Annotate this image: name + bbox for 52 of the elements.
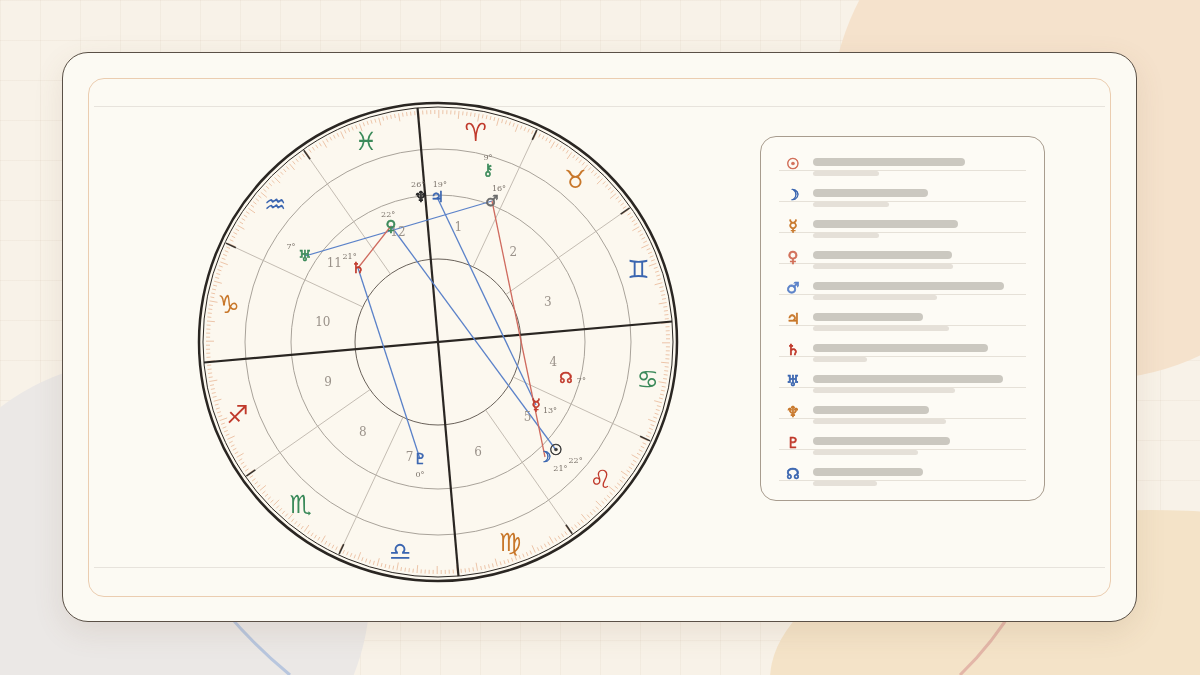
planet-symbol: ♀ bbox=[786, 248, 800, 266]
planet-glyph: ☊ bbox=[559, 369, 573, 387]
house-number: 4 bbox=[549, 355, 558, 370]
planet-symbol: ♂ bbox=[785, 279, 801, 297]
degree-label: 16° bbox=[491, 183, 507, 193]
zodiac-sign: ♐ bbox=[226, 399, 249, 429]
house-number: 2 bbox=[509, 245, 518, 260]
planet-symbol: ☽ bbox=[785, 186, 801, 204]
house-number: 10 bbox=[315, 314, 331, 329]
zodiac-sign: ♌ bbox=[589, 465, 612, 494]
planet-symbol: ☿ bbox=[787, 217, 799, 235]
house-number: 3 bbox=[544, 295, 552, 309]
zodiac-sign: ♈ bbox=[464, 117, 487, 147]
zodiac-sign: ♊ bbox=[627, 255, 650, 285]
house-number: 8 bbox=[358, 424, 367, 439]
planet-symbol: ♅ bbox=[785, 372, 801, 390]
zodiac-sign: ♑ bbox=[217, 289, 240, 319]
house-number: 9 bbox=[324, 375, 332, 389]
planet-symbol: ♄ bbox=[785, 341, 801, 359]
planet-symbol: ♆ bbox=[785, 403, 801, 421]
planet-symbol: ☉ bbox=[785, 155, 801, 173]
degree-label: 13° bbox=[542, 405, 558, 415]
degree-label: 7° bbox=[286, 242, 296, 252]
planet-glyph: ♇ bbox=[413, 450, 427, 468]
degree-label: 7° bbox=[576, 376, 586, 386]
planet-glyph: ♅ bbox=[298, 247, 312, 265]
degree-label: 9° bbox=[483, 152, 493, 162]
planet-symbol: ♃ bbox=[785, 310, 801, 328]
degree-label: 22° bbox=[381, 209, 396, 219]
zodiac-sign: ♓ bbox=[354, 127, 378, 157]
zodiac-sign: ♋ bbox=[636, 365, 659, 395]
degree-label: 22° bbox=[568, 455, 583, 465]
planet-glyph: ⚷ bbox=[482, 161, 494, 179]
degree-label: 21° bbox=[342, 251, 357, 261]
house-number: 5 bbox=[523, 410, 532, 425]
zodiac-sign: ♏ bbox=[289, 490, 312, 520]
planet-glyph: ♃ bbox=[430, 188, 444, 206]
planet-symbol: ☊ bbox=[785, 465, 801, 483]
degree-label: 0° bbox=[415, 470, 425, 480]
house-number: 1 bbox=[454, 219, 463, 234]
zodiac-sign: ♒ bbox=[264, 190, 287, 219]
house-number: 11 bbox=[326, 255, 342, 270]
house-number: 7 bbox=[405, 450, 414, 465]
zodiac-sign: ♍ bbox=[498, 527, 522, 557]
planet-symbol: ♇ bbox=[785, 434, 801, 452]
zodiac-sign: ♉ bbox=[564, 164, 587, 194]
planet-glyph: ♄ bbox=[351, 259, 365, 277]
planet-glyph: ☿ bbox=[531, 396, 541, 414]
degree-label: 21° bbox=[553, 464, 568, 474]
zodiac-sign: ♎ bbox=[389, 537, 412, 567]
degree-label: 19° bbox=[432, 179, 447, 189]
house-number: 6 bbox=[474, 444, 482, 459]
